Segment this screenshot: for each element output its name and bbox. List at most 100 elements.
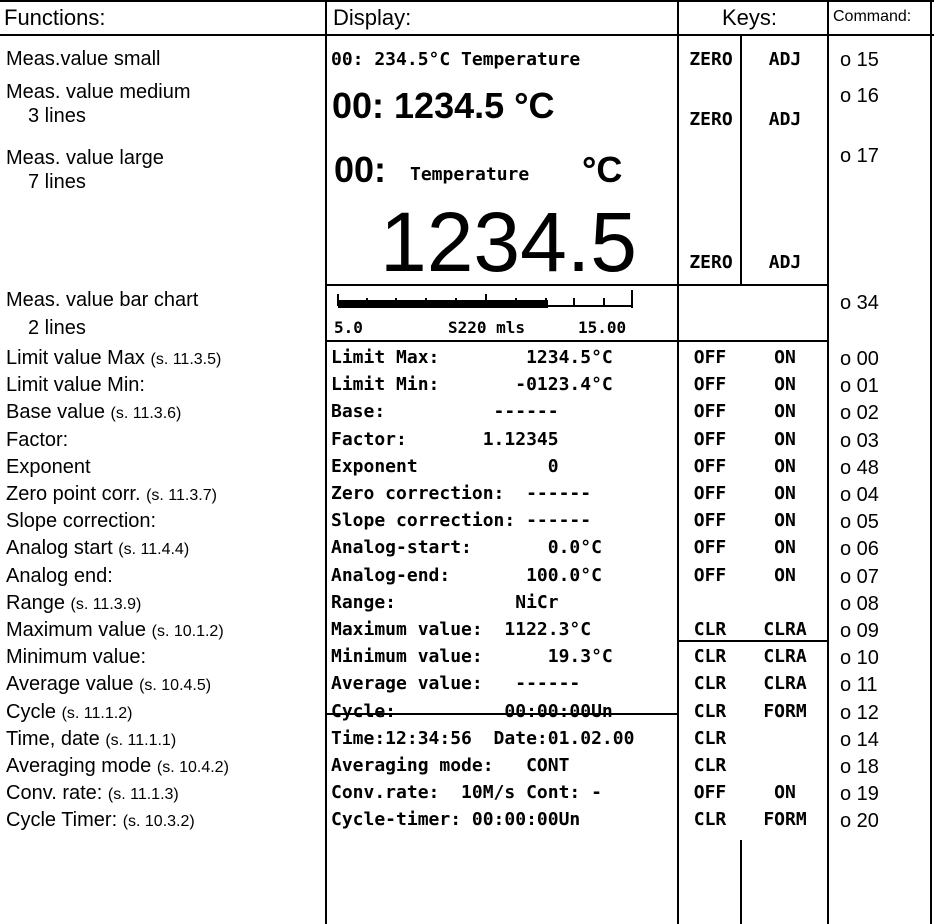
row-divider xyxy=(326,340,678,342)
key-1: OFF xyxy=(693,782,727,803)
row-divider xyxy=(677,640,829,642)
display-text: Time:12:34:56 Date:01.02.00 xyxy=(331,728,635,749)
display-large-value: 1234.5 xyxy=(380,195,637,289)
function-name: Time, date xyxy=(6,728,100,750)
command-code: o 34 xyxy=(840,292,879,314)
function-name: Conv. rate: xyxy=(6,782,103,804)
function-label: Average value (s. 10.4.5) xyxy=(6,674,211,694)
display-text: Analog-start: 0.0°C xyxy=(331,537,602,558)
function-sublabel: 3 lines xyxy=(28,105,86,127)
function-label: Limit value Max (s. 11.3.5) xyxy=(6,348,221,368)
header-command: Command: xyxy=(833,8,912,25)
key-2: ON xyxy=(774,782,796,803)
function-name: Minimum value: xyxy=(6,646,147,668)
key-2: ADJ xyxy=(768,252,802,273)
display-text: Cycle-timer: 00:00:00Un xyxy=(331,809,581,830)
function-name: Analog end: xyxy=(6,565,113,587)
display-text: Limit Min: -0123.4°C xyxy=(331,374,613,395)
display-text: Limit Max: 1234.5°C xyxy=(331,347,613,368)
command-code: o 19 xyxy=(840,783,879,805)
function-name: Averaging mode xyxy=(6,755,152,777)
function-label: Maximum value (s. 10.1.2) xyxy=(6,620,224,640)
function-reference: (s. 11.3.6) xyxy=(110,405,182,422)
bar-right-label: 15.00 xyxy=(578,318,627,337)
display-text: Maximum value: 1122.3°C xyxy=(331,619,592,640)
header-keys: Keys: xyxy=(722,5,778,30)
display-text: 00: 1234.5 °C xyxy=(332,85,555,126)
function-label: Zero point corr. (s. 11.3.7) xyxy=(6,484,217,504)
key-1: CLR xyxy=(693,673,727,694)
row-divider xyxy=(677,284,829,286)
display-text: Slope correction: ------ xyxy=(331,510,592,531)
column-divider xyxy=(677,0,679,924)
key-1: CLR xyxy=(693,809,727,830)
display-large-unit: °C xyxy=(582,149,623,190)
function-name: Average value xyxy=(6,673,134,695)
display-text: 00: 234.5°C Temperature xyxy=(331,49,581,70)
command-code: o 06 xyxy=(840,538,879,560)
bar-mid-label: S220 mls xyxy=(448,318,526,337)
command-code: o 03 xyxy=(840,430,879,452)
command-code: o 01 xyxy=(840,375,879,397)
key-divider xyxy=(740,840,742,924)
display-text: Analog-end: 100.0°C xyxy=(331,565,602,586)
key-1: OFF xyxy=(693,565,727,586)
display-text: Average value: ------ xyxy=(331,673,581,694)
key-1: OFF xyxy=(693,401,727,422)
function-label: Meas. value bar chart xyxy=(6,289,199,311)
function-name: Slope correction: xyxy=(6,510,157,532)
key-1: CLR xyxy=(693,646,727,667)
function-label: Time, date (s. 11.1.1) xyxy=(6,729,176,749)
key-2: ON xyxy=(774,565,796,586)
key-2: ON xyxy=(774,401,796,422)
key-1: CLR xyxy=(693,701,727,722)
function-sublabel: 2 lines xyxy=(28,317,86,339)
key-1: OFF xyxy=(693,347,727,368)
function-reference: (s. 11.1.1) xyxy=(105,732,177,749)
function-label: Exponent xyxy=(6,457,91,477)
header-display: Display: xyxy=(333,5,412,30)
command-code: o 02 xyxy=(840,402,879,424)
function-name: Limit value Min: xyxy=(6,374,145,396)
key-divider xyxy=(740,35,742,285)
key-1: OFF xyxy=(693,510,727,531)
functions-table: Functions: Display: Keys: Command: Meas.… xyxy=(0,0,934,924)
column-divider xyxy=(930,0,932,924)
function-reference: (s. 11.3.9) xyxy=(70,596,142,613)
function-name: Exponent xyxy=(6,456,91,478)
command-code: o 20 xyxy=(840,810,879,832)
function-name: Base value xyxy=(6,401,105,423)
function-name: Analog start xyxy=(6,537,113,559)
key-1: OFF xyxy=(693,374,727,395)
command-code: o 11 xyxy=(840,674,878,696)
column-divider xyxy=(325,0,327,924)
function-reference: (s. 10.4.2) xyxy=(156,759,229,776)
function-label: Averaging mode (s. 10.4.2) xyxy=(6,756,229,776)
key-2: ON xyxy=(774,456,796,477)
function-label: Limit value Min: xyxy=(6,375,145,395)
key-2: ON xyxy=(774,429,796,450)
function-label: Cycle Timer: (s. 10.3.2) xyxy=(6,810,195,830)
row-divider xyxy=(677,340,829,342)
function-reference: (s. 10.3.2) xyxy=(122,813,195,830)
bar-left-label: 5.0 xyxy=(334,318,363,337)
command-code: o 17 xyxy=(840,145,879,167)
command-code: o 14 xyxy=(840,729,879,751)
display-text: Averaging mode: CONT xyxy=(331,755,570,776)
key-1: CLR xyxy=(693,619,727,640)
key-2: ADJ xyxy=(768,109,802,130)
function-reference: (s. 11.3.7) xyxy=(146,487,217,504)
key-2: CLRA xyxy=(763,646,807,667)
key-2: ON xyxy=(774,483,796,504)
function-label: Conv. rate: (s. 11.1.3) xyxy=(6,783,179,803)
function-name: Range xyxy=(6,592,65,614)
display-text: Zero correction: ------ xyxy=(331,483,592,504)
display-text: Cycle: 00:00:00Un xyxy=(331,701,613,722)
display-text: Base: ------ xyxy=(331,401,559,422)
function-label: Slope correction: xyxy=(6,511,156,531)
function-name: Zero point corr. xyxy=(6,483,141,505)
function-label: Minimum value: xyxy=(6,647,146,667)
key-2: ON xyxy=(774,347,796,368)
command-code: o 15 xyxy=(840,49,879,71)
key-2: FORM xyxy=(763,809,807,830)
